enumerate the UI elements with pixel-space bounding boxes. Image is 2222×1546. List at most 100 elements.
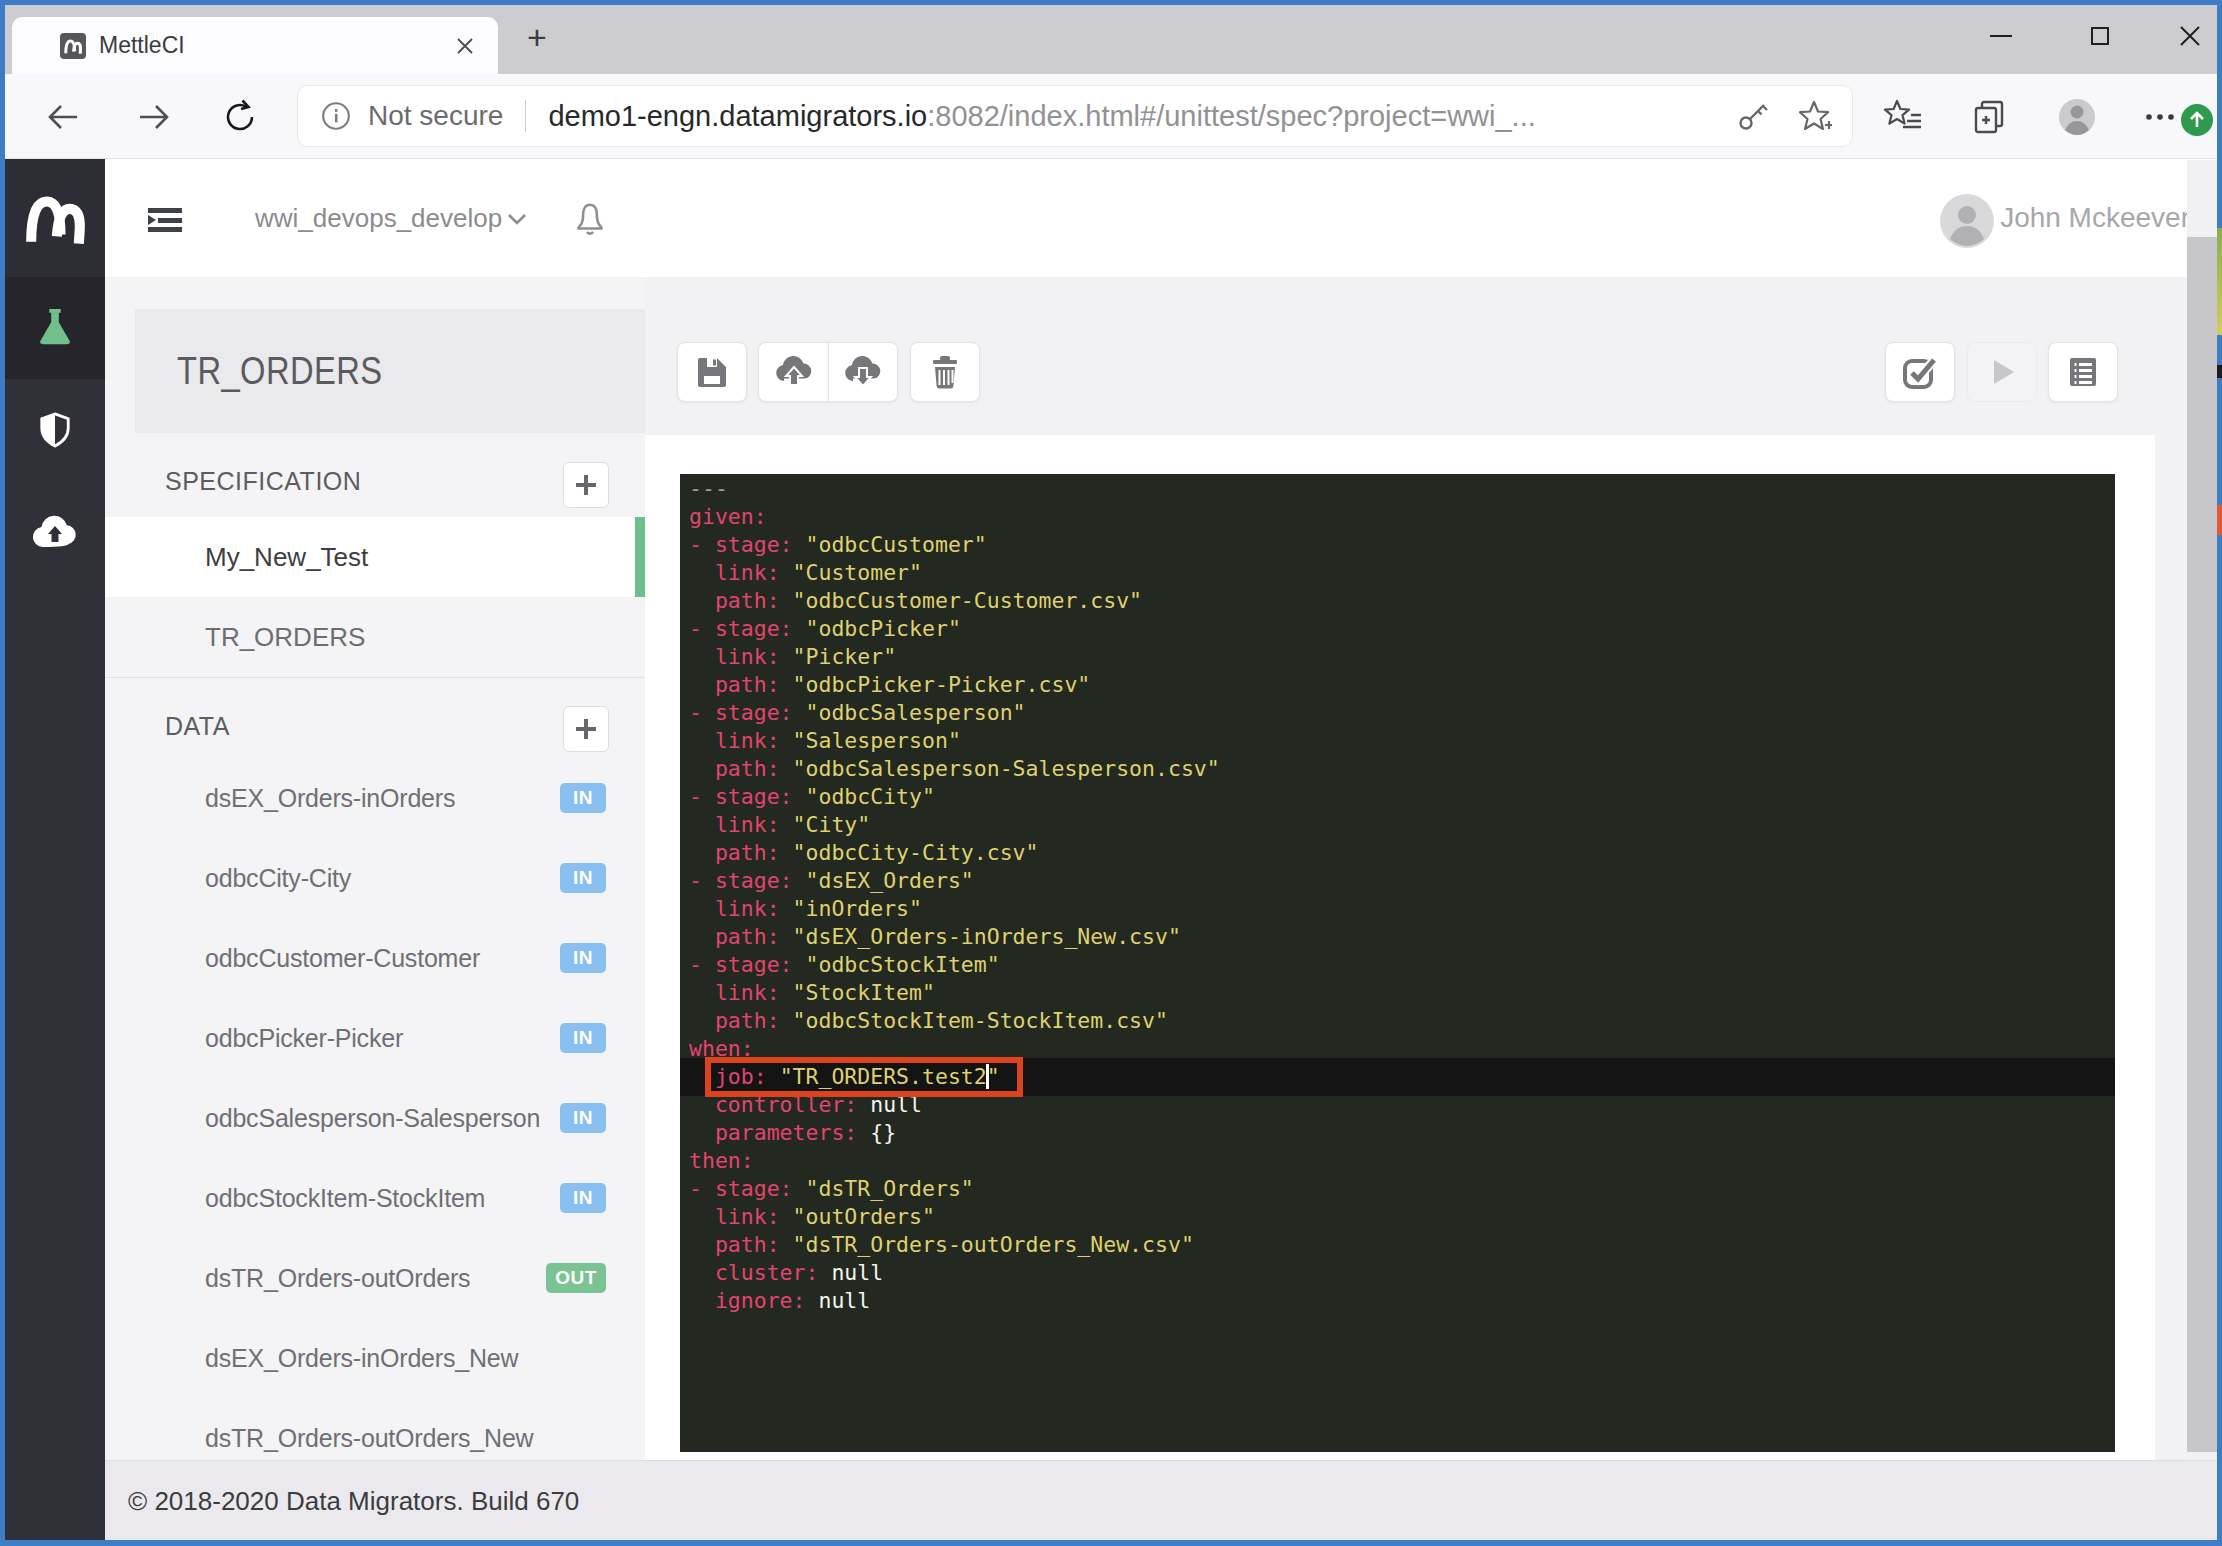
password-key-icon[interactable] xyxy=(1736,99,1770,133)
back-button[interactable] xyxy=(35,74,91,159)
notifications-bell-icon[interactable] xyxy=(573,200,607,238)
add-specification-button[interactable] xyxy=(563,462,609,508)
new-tab-button[interactable]: + xyxy=(517,17,557,57)
code-line: - stage: "odbcSalesperson" xyxy=(689,699,1220,727)
add-data-button[interactable] xyxy=(563,706,609,752)
data-item-odbcCustomer-Customer[interactable]: odbcCustomer-CustomerIN xyxy=(105,918,645,998)
badge-out: OUT xyxy=(546,1263,606,1293)
download-button[interactable] xyxy=(828,342,898,402)
tab-close-icon[interactable] xyxy=(450,31,480,61)
upload-button[interactable] xyxy=(758,342,828,402)
code-line: path: "dsEX_Orders-inOrders_New.csv" xyxy=(689,923,1220,951)
data-item-label: odbcStockItem-StockItem xyxy=(205,1158,485,1238)
user-name[interactable]: John Mckeever xyxy=(2000,159,2190,277)
browser-tab[interactable]: MettleCI xyxy=(12,17,498,74)
spec-item-TR_ORDERS[interactable]: TR_ORDERS xyxy=(105,597,645,677)
code-value: null xyxy=(831,1260,883,1285)
code-key: cluster: xyxy=(689,1260,818,1285)
data-item-label: dsTR_Orders-outOrders xyxy=(205,1238,470,1318)
copyright-text: © 2018-2020 Data Migrators. Build 670 xyxy=(128,1461,579,1541)
code-line: link: "StockItem" xyxy=(689,979,1220,1007)
data-item-dsEX_Orders-inOrders[interactable]: dsEX_Orders-inOrders IN xyxy=(105,758,645,838)
badge-in: IN xyxy=(560,783,606,813)
run-button[interactable] xyxy=(1967,342,2037,402)
tab-title: MettleCI xyxy=(99,17,185,74)
info-icon[interactable] xyxy=(320,100,352,132)
badge-in: IN xyxy=(560,1183,606,1213)
code-line: parameters: {} xyxy=(689,1119,1220,1147)
data-item-dsTR_Orders-outOrders_New[interactable]: dsTR_Orders-outOrders_New xyxy=(105,1398,645,1460)
sidebar-toggle-icon[interactable] xyxy=(148,208,182,232)
code-value: "dsEX_Orders-inOrders_New.csv" xyxy=(793,924,1181,949)
code-value: "dsEX_Orders" xyxy=(806,868,974,893)
section-data: DATA xyxy=(165,690,230,762)
unit-test-flask-icon[interactable] xyxy=(5,277,105,379)
code-key: link: xyxy=(689,644,780,669)
code-key: parameters: xyxy=(689,1120,857,1145)
chevron-down-icon[interactable] xyxy=(507,213,527,225)
code-value: "Picker" xyxy=(793,644,897,669)
app-logo[interactable] xyxy=(5,159,105,277)
code-line: - stage: "odbcPicker" xyxy=(689,615,1220,643)
browser-window: MettleCI + Not secure demo1- xyxy=(0,0,2222,1546)
profile-avatar[interactable] xyxy=(2047,74,2107,159)
data-item-label: dsEX_Orders-inOrders xyxy=(205,758,455,838)
code-line: then: xyxy=(689,1147,1220,1175)
code-key: ignore: xyxy=(689,1288,806,1313)
panel-heading: TR_ORDERS xyxy=(135,309,645,433)
tab-strip: MettleCI + xyxy=(5,5,2217,74)
url-text[interactable]: demo1-engn.datamigrators.io:8082/index.h… xyxy=(548,100,1535,133)
address-bar[interactable]: Not secure demo1-engn.datamigrators.io:8… xyxy=(297,85,1853,147)
code-key: link: xyxy=(689,896,780,921)
section-specification: SPECIFICATION xyxy=(165,445,361,517)
code-key: - stage: xyxy=(689,616,793,641)
code-key: path: xyxy=(689,672,780,697)
code-value: "City" xyxy=(793,812,871,837)
code-value: "odbcSalesperson-Salesperson.csv" xyxy=(793,756,1220,781)
collections-icon[interactable] xyxy=(1960,74,2020,159)
data-item-label: odbcSalesperson-Salesperson xyxy=(205,1078,540,1158)
code-line: path: "dsTR_Orders-outOrders_New.csv" xyxy=(689,1231,1220,1259)
add-favorite-star-icon[interactable] xyxy=(1796,98,1832,134)
yaml-editor[interactable]: ---given:- stage: "odbcCustomer" link: "… xyxy=(680,474,2115,1452)
window-minimize-button[interactable] xyxy=(1968,10,2034,62)
code-key: path: xyxy=(689,924,780,949)
favorites-bar-icon[interactable] xyxy=(1873,74,1933,159)
code-value: "odbcStockItem-StockItem.csv" xyxy=(793,1008,1168,1033)
update-badge-icon[interactable] xyxy=(2181,104,2213,136)
delete-button[interactable] xyxy=(910,342,980,402)
url-divider xyxy=(525,100,526,132)
data-item-odbcSalesperson-Salesperson[interactable]: odbcSalesperson-SalespersonIN xyxy=(105,1078,645,1158)
data-item-odbcPicker-Picker[interactable]: odbcPicker-PickerIN xyxy=(105,998,645,1078)
shield-icon[interactable] xyxy=(5,379,105,481)
code-line: path: "odbcCity-City.csv" xyxy=(689,839,1220,867)
spec-panel: TR_ORDERS SPECIFICATION My_New_TestTR_OR… xyxy=(105,277,645,1460)
data-item-odbcCity-City[interactable]: odbcCity-CityIN xyxy=(105,838,645,918)
refresh-button[interactable] xyxy=(213,74,269,159)
data-item-label: odbcCustomer-Customer xyxy=(205,918,480,998)
spec-item-My_New_Test[interactable]: My_New_Test xyxy=(105,517,645,597)
data-item-dsTR_Orders-outOrders[interactable]: dsTR_Orders-outOrders OUT xyxy=(105,1238,645,1318)
code-value: "odbcPicker" xyxy=(806,616,961,641)
border-mark-orange xyxy=(2217,505,2222,535)
code-line: ignore: null xyxy=(689,1287,1220,1315)
browser-navbar: Not secure demo1-engn.datamigrators.io:8… xyxy=(5,74,2217,159)
user-avatar[interactable] xyxy=(1940,194,1994,248)
page-scrollbar-thumb[interactable] xyxy=(2187,237,2217,1452)
editor-card: ---given:- stage: "odbcCustomer" link: "… xyxy=(645,435,2155,1460)
data-item-label: dsEX_Orders-inOrders_New xyxy=(205,1318,518,1398)
code-line: link: "Salesperson" xyxy=(689,727,1220,755)
report-button[interactable] xyxy=(2048,342,2118,402)
window-close-button[interactable] xyxy=(2157,10,2222,62)
data-item-odbcStockItem-StockItem[interactable]: odbcStockItem-StockItem IN xyxy=(105,1158,645,1238)
project-selector[interactable]: wwi_devops_develop xyxy=(255,159,502,277)
forward-button[interactable] xyxy=(126,74,182,159)
code-line: - stage: "dsEX_Orders" xyxy=(689,867,1220,895)
code-line: cluster: null xyxy=(689,1259,1220,1287)
data-item-dsEX_Orders-inOrders_New[interactable]: dsEX_Orders-inOrders_New xyxy=(105,1318,645,1398)
window-maximize-button[interactable] xyxy=(2067,10,2133,62)
save-button[interactable] xyxy=(677,342,747,402)
main-area: ---given:- stage: "odbcCustomer" link: "… xyxy=(645,277,2217,1460)
validate-button[interactable] xyxy=(1885,342,1955,402)
cloud-upload-icon[interactable] xyxy=(5,481,105,583)
